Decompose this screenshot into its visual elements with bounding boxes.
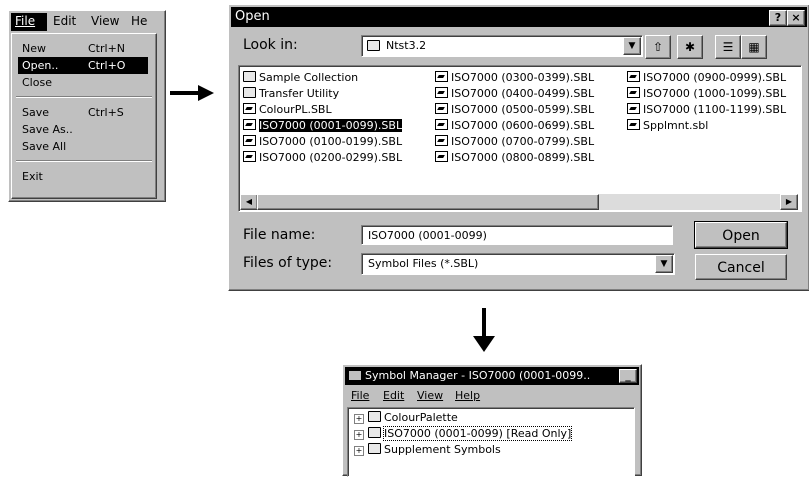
folder-icon xyxy=(367,40,380,51)
scroll-right-icon[interactable]: ▶ xyxy=(780,194,798,210)
tree-item[interactable]: + ColourPalette xyxy=(354,410,458,425)
document-icon xyxy=(435,119,448,130)
list-item[interactable]: ISO7000 (1000-1099).SBL xyxy=(627,86,786,102)
list-item[interactable]: ISO7000 (0600-0699).SBL xyxy=(435,118,594,134)
menu-view[interactable]: View xyxy=(91,14,119,28)
menu-view[interactable]: View xyxy=(417,389,443,402)
document-icon xyxy=(435,151,448,162)
folder-icon xyxy=(243,87,256,98)
horizontal-scrollbar[interactable]: ◀ ▶ xyxy=(240,194,798,210)
list-item[interactable]: ISO7000 (1100-1199).SBL xyxy=(627,102,786,118)
document-icon xyxy=(627,119,640,130)
menu-item-save[interactable]: Save Ctrl+S xyxy=(18,104,148,121)
menu-help[interactable]: Help xyxy=(455,389,480,402)
menu-item-new[interactable]: New Ctrl+N xyxy=(18,40,148,57)
open-dialog: Open ? × Look in: Ntst3.2 ▼ ⇧ ✱ ☰ ▦ Samp… xyxy=(228,4,809,291)
tree-item-selected[interactable]: + ISO7000 (0001-0099) [Read Only] xyxy=(354,426,573,441)
menu-help[interactable]: He xyxy=(131,14,147,28)
list-item[interactable]: ISO7000 (0200-0299).SBL xyxy=(243,150,402,166)
menu-file[interactable]: File xyxy=(15,14,35,28)
files-of-type-combo[interactable]: Symbol Files (*.SBL) ▼ xyxy=(361,253,675,275)
symbol-tree: + ColourPalette + ISO7000 (0001-0099) [Rea… xyxy=(347,407,635,477)
list-item[interactable]: ISO7000 (0500-0599).SBL xyxy=(435,102,594,118)
chevron-down-icon[interactable]: ▼ xyxy=(655,255,673,273)
cancel-button[interactable]: Cancel xyxy=(695,254,787,280)
file-dropdown: New Ctrl+N Open.. Ctrl+O Close Save Ctrl+S … xyxy=(11,33,157,199)
dialog-title: Open xyxy=(235,9,270,24)
list-item[interactable]: ISO7000 (0300-0399).SBL xyxy=(435,70,594,86)
menu-file[interactable]: File xyxy=(351,389,369,402)
document-icon xyxy=(627,87,640,98)
list-item[interactable]: Spplmnt.sbl xyxy=(627,118,708,134)
document-icon xyxy=(243,119,256,130)
file-list: Sample Collection Transfer Utility Colou… xyxy=(238,65,802,212)
files-of-type-label: Files of type: xyxy=(243,255,333,271)
new-folder-icon[interactable]: ✱ xyxy=(677,35,703,59)
menu-bar: File Edit View He xyxy=(9,11,165,33)
arrow-right-icon xyxy=(170,85,214,101)
arrow-down-icon xyxy=(473,308,495,352)
minimize-button[interactable]: _ xyxy=(619,369,637,383)
document-icon xyxy=(435,87,448,98)
folder-icon xyxy=(368,427,381,438)
menu-item-save-as[interactable]: Save As.. xyxy=(18,121,148,138)
menu-item-open[interactable]: Open.. Ctrl+O xyxy=(18,57,148,74)
look-in-label: Look in: xyxy=(243,37,298,53)
scroll-thumb[interactable] xyxy=(257,194,599,210)
details-view-icon[interactable]: ▦ xyxy=(741,35,767,59)
menu-edit[interactable]: Edit xyxy=(53,14,76,28)
files-of-type-value: Symbol Files (*.SBL) xyxy=(368,257,479,270)
document-icon xyxy=(435,71,448,82)
list-item-selected[interactable]: ISO7000 (0001-0099).SBL xyxy=(243,118,403,134)
document-icon xyxy=(627,103,640,114)
list-item[interactable]: ISO7000 (0400-0499).SBL xyxy=(435,86,594,102)
menu-separator xyxy=(16,96,152,98)
document-icon xyxy=(435,103,448,114)
document-icon xyxy=(243,103,256,114)
look-in-value: Ntst3.2 xyxy=(386,39,427,52)
menu-item-save-all[interactable]: Save All xyxy=(18,138,148,155)
app-icon xyxy=(349,371,361,380)
chevron-down-icon[interactable]: ▼ xyxy=(623,37,641,55)
file-name-field[interactable]: ISO7000 (0001-0099) xyxy=(361,225,673,245)
list-item[interactable]: ISO7000 (0700-0799).SBL xyxy=(435,134,594,150)
document-icon xyxy=(435,135,448,146)
folder-icon xyxy=(368,443,381,454)
up-folder-icon[interactable]: ⇧ xyxy=(645,35,671,59)
dialog-title-bar: Open ? × xyxy=(231,7,807,27)
document-icon xyxy=(243,151,256,162)
expand-icon[interactable]: + xyxy=(354,430,364,440)
expand-icon[interactable]: + xyxy=(354,446,364,456)
symbol-manager-title: Symbol Manager - ISO7000 (0001-0099.. xyxy=(365,369,591,382)
folder-icon xyxy=(243,71,256,82)
list-item[interactable]: Transfer Utility xyxy=(243,86,339,102)
open-button[interactable]: Open xyxy=(694,221,788,249)
document-icon xyxy=(243,135,256,146)
file-name-label: File name: xyxy=(243,227,316,243)
help-button[interactable]: ? xyxy=(769,10,787,26)
menu-edit[interactable]: Edit xyxy=(383,389,404,402)
list-item[interactable]: ISO7000 (0900-0999).SBL xyxy=(627,70,786,86)
symbol-manager-window: Symbol Manager - ISO7000 (0001-0099.. _ … xyxy=(342,364,642,477)
symbol-manager-title-bar: Symbol Manager - ISO7000 (0001-0099.. _ xyxy=(345,367,639,385)
folder-icon xyxy=(368,411,381,422)
list-view-icon[interactable]: ☰ xyxy=(715,35,741,59)
scroll-left-icon[interactable]: ◀ xyxy=(240,194,258,210)
list-item[interactable]: Sample Collection xyxy=(243,70,358,86)
list-item[interactable]: ColourPL.SBL xyxy=(243,102,332,118)
menu-item-close[interactable]: Close xyxy=(18,74,148,91)
menu-item-exit[interactable]: Exit xyxy=(18,168,148,185)
expand-icon[interactable]: + xyxy=(354,414,364,424)
list-item[interactable]: ISO7000 (0800-0899).SBL xyxy=(435,150,594,166)
close-button[interactable]: × xyxy=(787,10,805,26)
tree-item[interactable]: + Supplement Symbols xyxy=(354,442,501,457)
look-in-combo[interactable]: Ntst3.2 ▼ xyxy=(361,35,643,57)
document-icon xyxy=(627,71,640,82)
menu-separator xyxy=(16,160,152,162)
list-item[interactable]: ISO7000 (0100-0199).SBL xyxy=(243,134,402,150)
file-menu-window: File Edit View He New Ctrl+N Open.. Ctrl+O… xyxy=(8,10,166,202)
